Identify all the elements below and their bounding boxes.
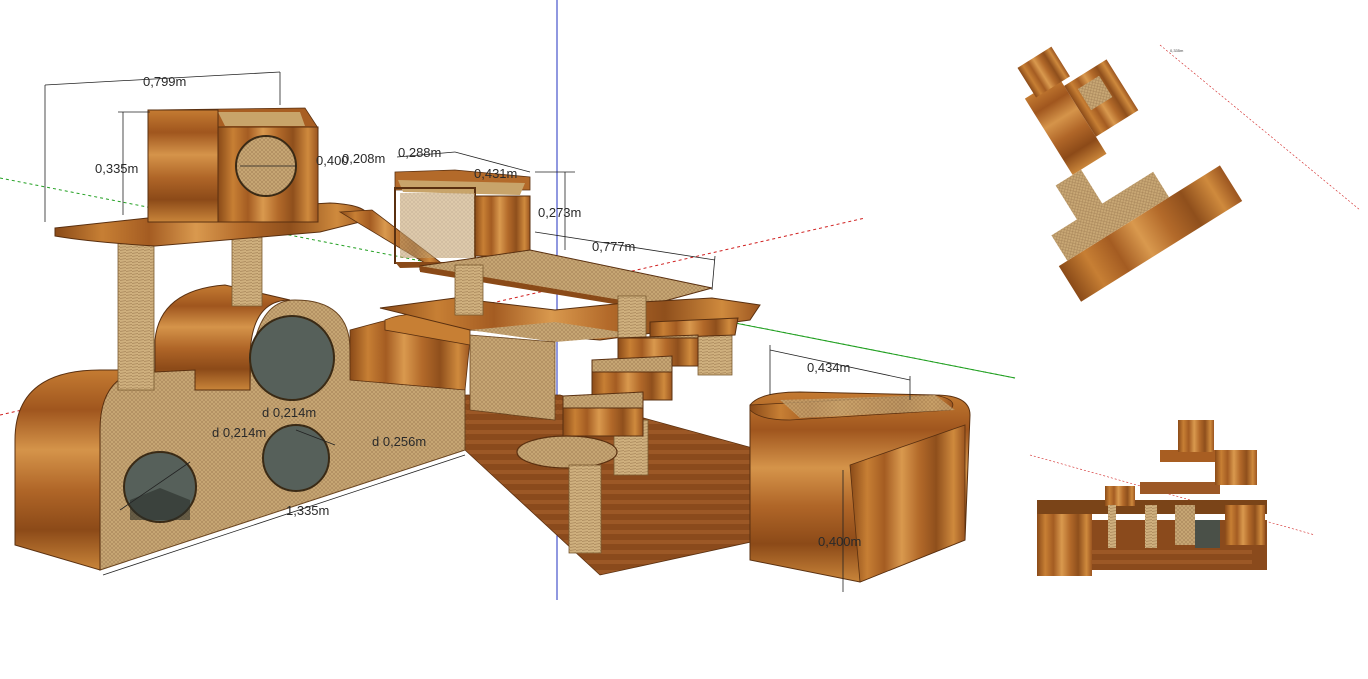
top-cube[interactable]: [147, 107, 319, 223]
dim-mid-b: 0,208m: [342, 151, 385, 166]
dim-hole-small: d 0,214m: [212, 425, 266, 440]
hole-large: [262, 424, 330, 492]
front-view-thumbnail[interactable]: [1029, 420, 1316, 576]
dim-top-box-height: 0,335m: [95, 161, 138, 176]
sketchup-viewport[interactable]: 0,335m 0,799m 0,335m 0,400 0,208m 0,288m…: [0, 0, 1368, 679]
dim-top-box-width: 0,799m: [143, 74, 186, 89]
hole-upper: [249, 315, 335, 401]
dim-box-width: 0,431m: [474, 166, 517, 181]
dim-walkway-length: 0,777m: [592, 239, 635, 254]
right-tunnel[interactable]: [749, 391, 971, 583]
inner-sisal-wall: [469, 334, 556, 421]
round-step-post: [568, 464, 602, 554]
round-step: [516, 435, 618, 469]
dim-base-length: 1,335m: [286, 503, 329, 518]
dim-hole-large: d 0,256m: [372, 434, 426, 449]
post-left: [117, 239, 155, 391]
post-box: [454, 264, 484, 316]
post-walkway: [617, 295, 647, 342]
dim-right-height: 0,400m: [818, 534, 861, 549]
dim-ramp: 0,288m: [398, 145, 441, 160]
top-view-thumbnail[interactable]: 0,335m: [958, 4, 1361, 302]
svg-text:0,335m: 0,335m: [1170, 48, 1184, 53]
dim-right-tunnel-width: 0,434m: [807, 360, 850, 375]
dim-hole-upper: d 0,214m: [262, 405, 316, 420]
post-mid: [231, 235, 263, 307]
dim-box-height: 0,273m: [538, 205, 581, 220]
